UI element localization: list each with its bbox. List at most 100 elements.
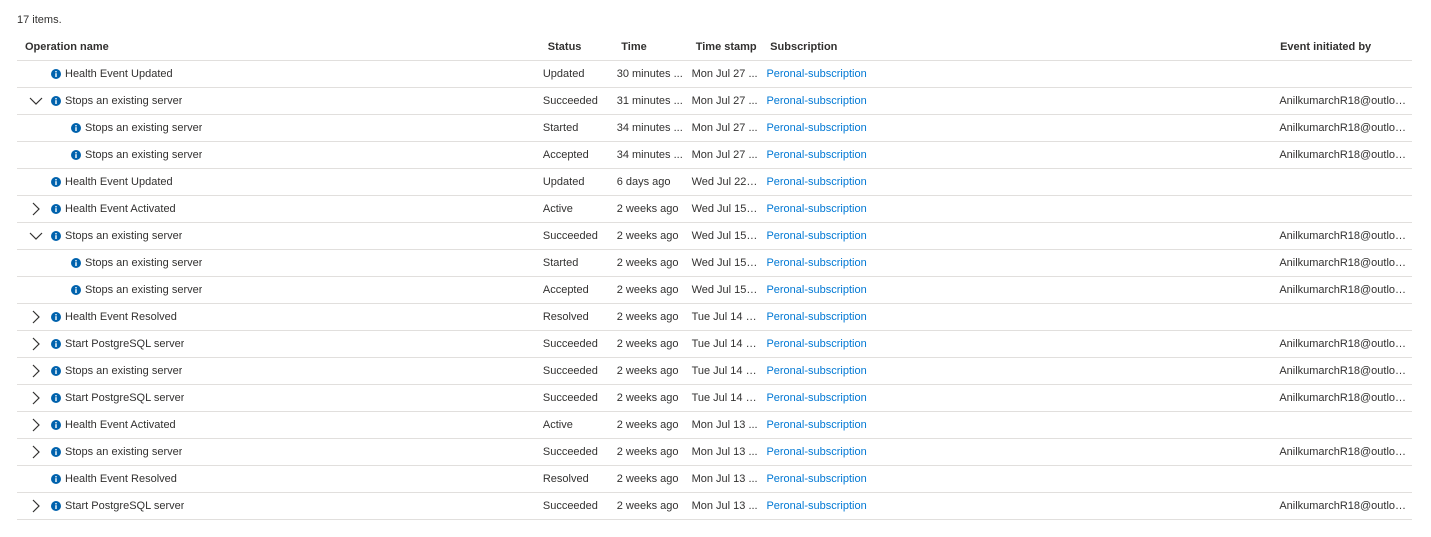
subscription-link[interactable]: Peronal-subscription [766,149,866,161]
table-row[interactable]: Stops an existing server Accepted 2 weeks … [17,277,1412,304]
table-row[interactable]: Stops an existing server Succeeded 2 weeks… [17,223,1412,250]
table-row[interactable]: Start PostgreSQL server Succeeded 2 weeks … [17,385,1412,412]
operation-name-text[interactable]: Stops an existing server [65,446,182,458]
subscription-link[interactable]: Peronal-subscription [766,392,866,404]
cell-operation-name: Stops an existing server [17,445,535,459]
cell-subscription: Peronal-subscription [758,68,1271,80]
chevron-down-icon[interactable] [29,229,43,243]
info-icon [71,258,81,268]
subscription-link[interactable]: Peronal-subscription [766,500,866,512]
operation-name-text[interactable]: Start PostgreSQL server [65,500,184,512]
chevron-right-icon[interactable] [29,337,43,351]
operation-name-text[interactable]: Health Event Resolved [65,311,177,323]
table-row[interactable]: Start PostgreSQL server Succeeded 2 weeks … [17,331,1412,358]
table-row[interactable]: Stops an existing server Succeeded 2 weeks… [17,358,1412,385]
column-header-time[interactable]: Time [613,41,687,53]
subscription-link[interactable]: Peronal-subscription [766,230,866,242]
cell-time-stamp: Wed Jul 15 ... [691,257,759,269]
table-row[interactable]: Health Event Updated Updated 30 minutes ..… [17,61,1412,88]
table-row[interactable]: Health Event Resolved Resolved 2 weeks ago… [17,466,1412,493]
cell-time: 34 minutes ... [616,149,683,161]
table-row[interactable]: Stops an existing server Accepted 34 minut… [17,142,1412,169]
table-row[interactable]: Start PostgreSQL server Succeeded 2 weeks … [17,493,1412,520]
cell-time: 2 weeks ago [616,392,679,404]
subscription-link[interactable]: Peronal-subscription [766,311,866,323]
table-row[interactable]: Health Event Updated Updated 6 days ago Wed… [17,169,1412,196]
cell-subscription: Peronal-subscription [758,473,1271,485]
grid-header: Operation name Status Time Time stamp Su… [17,33,1412,61]
operation-name-text[interactable]: Stops an existing server [65,230,182,242]
chevron-right-icon[interactable] [29,202,43,216]
chevron-down-icon[interactable] [29,94,43,108]
chevron-right-icon[interactable] [29,391,43,405]
table-row[interactable]: Stops an existing server Started 34 minute… [17,115,1412,142]
cell-operation-name: Stops an existing server [17,229,535,243]
operation-name-text[interactable]: Health Event Updated [65,176,173,188]
subscription-link[interactable]: Peronal-subscription [766,203,866,215]
chevron-right-icon[interactable] [29,445,43,459]
operation-name-text[interactable]: Stops an existing server [85,257,202,269]
subscription-link[interactable]: Peronal-subscription [766,284,866,296]
cell-time-stamp: Wed Jul 15 ... [691,203,759,215]
column-header-operation-name[interactable]: Operation name [17,41,540,53]
cell-status: Updated [542,68,585,80]
operation-name-text[interactable]: Stops an existing server [65,95,182,107]
subscription-link[interactable]: Peronal-subscription [766,365,866,377]
table-row[interactable]: Health Event Resolved Resolved 2 weeks ago… [17,304,1412,331]
cell-time: 2 weeks ago [616,257,679,269]
info-icon [51,501,61,511]
cell-operation-name: Stops an existing server [17,283,535,297]
subscription-link[interactable]: Peronal-subscription [766,68,866,80]
chevron-right-icon[interactable] [29,364,43,378]
cell-subscription: Peronal-subscription [758,122,1271,134]
table-row[interactable]: Health Event Activated Active 2 weeks ago W… [17,196,1412,223]
subscription-link[interactable]: Peronal-subscription [766,257,866,269]
cell-status: Updated [542,176,585,188]
operation-name-text[interactable]: Health Event Resolved [65,473,177,485]
operation-name-text[interactable]: Health Event Activated [65,419,176,431]
cell-event-initiated-by: AnilkumarchR18@outlook... [1279,446,1413,458]
column-header-status[interactable]: Status [540,41,613,53]
subscription-link[interactable]: Peronal-subscription [766,122,866,134]
subscription-link[interactable]: Peronal-subscription [766,446,866,458]
operation-name-text[interactable]: Stops an existing server [85,122,202,134]
table-row[interactable]: Health Event Activated Active 2 weeks ago M… [17,412,1412,439]
subscription-link[interactable]: Peronal-subscription [766,473,866,485]
info-icon [71,123,81,133]
info-icon [51,96,61,106]
operation-name-text[interactable]: Health Event Updated [65,68,173,80]
operation-name-text[interactable]: Stops an existing server [85,149,202,161]
cell-status: Resolved [542,311,589,323]
cell-time-stamp: Mon Jul 13 ... [691,446,758,458]
subscription-link[interactable]: Peronal-subscription [766,419,866,431]
chevron-right-icon[interactable] [29,310,43,324]
cell-operation-name: Health Event Activated [17,202,535,216]
operation-name-text[interactable]: Stops an existing server [85,284,202,296]
operation-name-text[interactable]: Start PostgreSQL server [65,338,184,350]
subscription-link[interactable]: Peronal-subscription [766,95,866,107]
subscription-link[interactable]: Peronal-subscription [766,176,866,188]
table-row[interactable]: Stops an existing server Succeeded 31 minu… [17,88,1412,115]
column-header-time-stamp[interactable]: Time stamp [688,41,762,53]
operation-name-text[interactable]: Start PostgreSQL server [65,392,184,404]
chevron-right-icon[interactable] [29,499,43,513]
operation-name-text[interactable]: Stops an existing server [65,365,182,377]
info-icon [51,339,61,349]
column-header-subscription[interactable]: Subscription [762,41,1272,53]
cell-subscription: Peronal-subscription [758,230,1271,242]
chevron-right-icon[interactable] [29,418,43,432]
info-icon [51,447,61,457]
cell-time: 2 weeks ago [616,500,679,512]
table-row[interactable]: Stops an existing server Succeeded 2 weeks… [17,439,1412,466]
cell-time-stamp: Mon Jul 13 ... [691,419,758,431]
subscription-link[interactable]: Peronal-subscription [766,338,866,350]
operation-name-text[interactable]: Health Event Activated [65,203,176,215]
cell-event-initiated-by: AnilkumarchR18@outlook... [1279,284,1413,296]
cell-time: 34 minutes ... [616,122,683,134]
column-header-event-initiated-by[interactable]: Event initiated by [1272,41,1412,53]
table-row[interactable]: Stops an existing server Started 2 weeks a… [17,250,1412,277]
cell-operation-name: Stops an existing server [17,148,535,162]
